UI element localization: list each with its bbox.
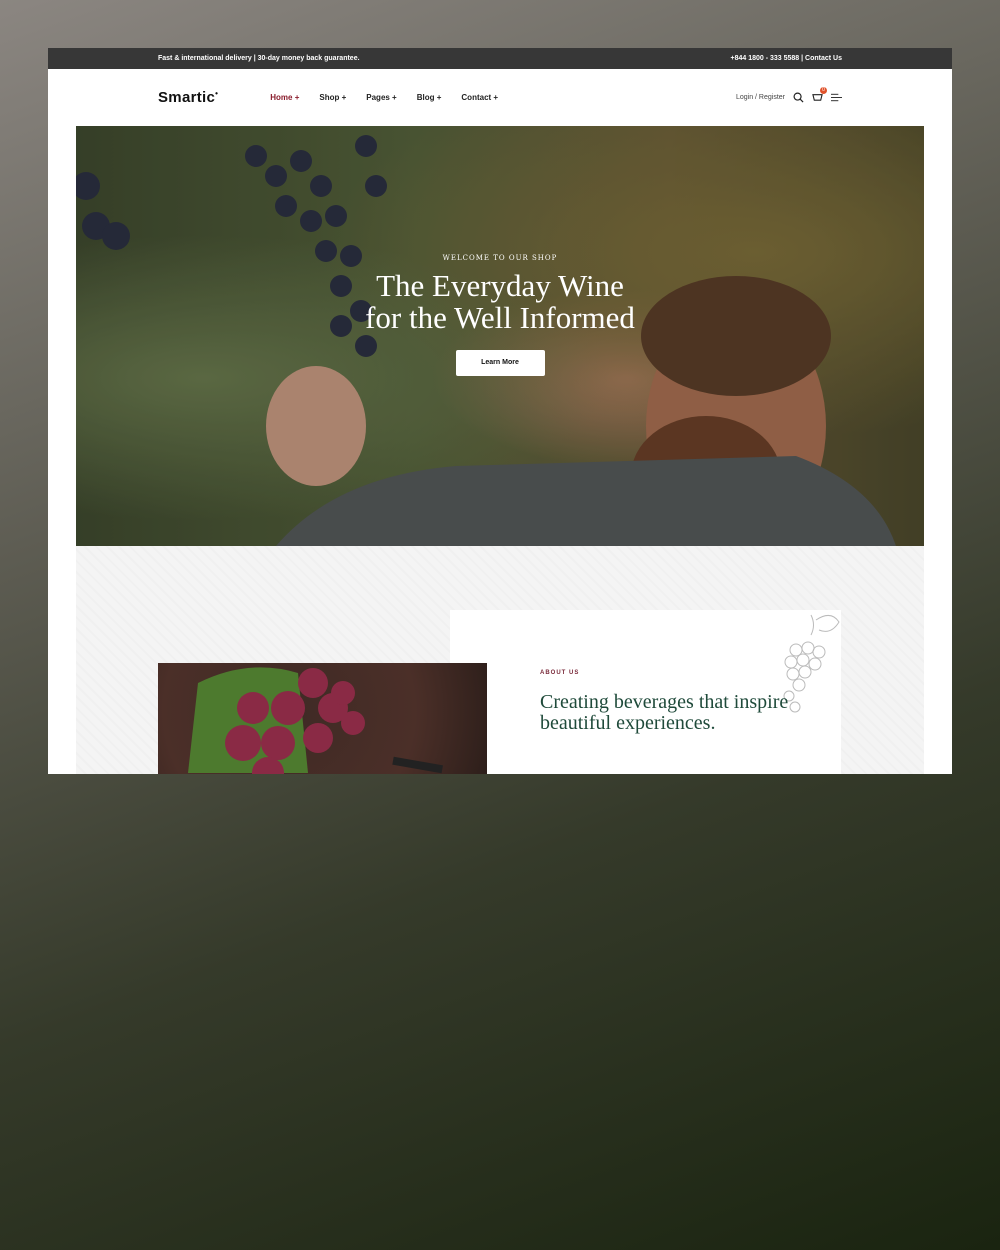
logo-text: Smartic	[158, 89, 216, 106]
contact-info[interactable]: +844 1800 - 333 5588 | Contact Us	[731, 55, 843, 62]
browser-page: Fast & international delivery | 30-day m…	[48, 48, 952, 774]
search-icon[interactable]	[793, 92, 804, 103]
header-actions: Login / Register 0	[736, 87, 842, 104]
login-register-link[interactable]: Login / Register	[736, 94, 785, 101]
hero-banner: WELCOME TO OUR SHOP The Everyday Wine fo…	[76, 126, 924, 546]
nav-blog[interactable]: Blog +	[417, 93, 442, 102]
grapes-photo-art	[188, 667, 443, 774]
hero-content: WELCOME TO OUR SHOP The Everyday Wine fo…	[76, 254, 924, 376]
cart-count-badge: 0	[820, 87, 827, 94]
about-section: ABOUT US Creating beverages that inspire…	[76, 546, 924, 774]
logo[interactable]: Smartic•	[158, 89, 218, 106]
main-nav: Home + Shop + Pages + Blog + Contact +	[270, 93, 498, 102]
top-bar: Fast & international delivery | 30-day m…	[48, 48, 952, 69]
hero-title: The Everyday Wine for the Well Informed	[365, 268, 635, 335]
nav-pages[interactable]: Pages +	[366, 93, 396, 102]
nav-shop[interactable]: Shop +	[319, 93, 346, 102]
grapes-photo	[158, 663, 487, 774]
cart-button[interactable]: 0	[812, 87, 827, 104]
shipping-notice: Fast & international delivery | 30-day m…	[158, 55, 360, 62]
header: Smartic• Home + Shop + Pages + Blog + Co…	[48, 69, 952, 126]
learn-more-button[interactable]: Learn More	[455, 350, 545, 376]
hero-eyebrow: WELCOME TO OUR SHOP	[442, 254, 558, 262]
about-label: ABOUT US	[540, 670, 580, 676]
menu-icon[interactable]	[831, 93, 842, 102]
about-title: Creating beverages that inspire beautifu…	[540, 691, 789, 734]
nav-home[interactable]: Home +	[270, 93, 299, 102]
nav-contact[interactable]: Contact +	[461, 93, 498, 102]
about-card: ABOUT US Creating beverages that inspire…	[450, 610, 841, 774]
